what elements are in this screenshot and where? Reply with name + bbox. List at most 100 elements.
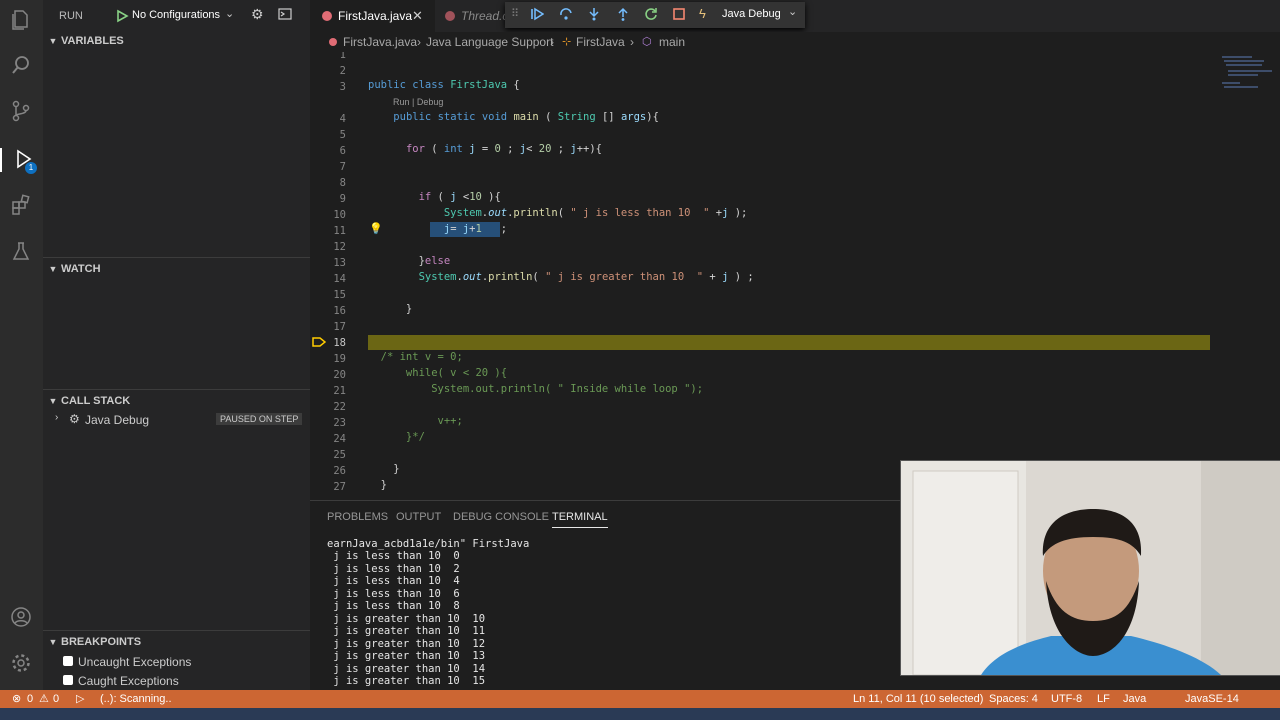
line-number: 25 xyxy=(333,449,346,461)
config-select[interactable]: No Configurations xyxy=(132,9,220,21)
debug-config-select[interactable]: Java Debug xyxy=(722,8,781,20)
continue-icon[interactable] xyxy=(530,7,545,24)
status-bar: ⊗ 0 ⚠ 0 ▷ (..): Scanning.. Ln 11, Col 11… xyxy=(0,690,1280,708)
breakpoint-caught[interactable]: Caught Exceptions xyxy=(63,674,303,690)
cursor-position[interactable]: Ln 11, Col 11 (10 selected) xyxy=(853,690,983,708)
step-out-icon[interactable] xyxy=(616,7,630,24)
line-number: 2 xyxy=(339,65,346,77)
line-number: 17 xyxy=(333,321,346,333)
code-line: v++; xyxy=(368,415,463,427)
breadcrumb-support[interactable]: Java Language Support xyxy=(426,32,553,52)
java-file-icon xyxy=(329,38,337,46)
checkbox[interactable] xyxy=(63,675,73,685)
breadcrumb: FirstJava.java › Java Language Support ›… xyxy=(310,32,1280,52)
debug-badge: 1 xyxy=(25,162,37,174)
search-icon[interactable] xyxy=(9,54,33,78)
code-line: } xyxy=(368,479,387,491)
callstack-item-label: Java Debug xyxy=(85,413,150,427)
minimap[interactable] xyxy=(1220,52,1272,112)
error-icon[interactable]: ⊗ xyxy=(12,690,21,708)
line-number: 16 xyxy=(333,305,346,317)
gear-icon: ⚙ xyxy=(69,412,80,426)
line-number: 9 xyxy=(339,193,346,205)
terminal-line: earnJava_acbd1a1e/bin" FirstJava xyxy=(327,538,530,550)
breakpoints-title: BREAKPOINTS xyxy=(61,636,142,648)
terminal-line: j is greater than 10 11 xyxy=(327,625,486,637)
restart-icon[interactable] xyxy=(644,7,658,24)
breadcrumb-class[interactable]: FirstJava xyxy=(576,32,625,52)
debug-console-icon[interactable] xyxy=(278,7,292,24)
watch-section[interactable]: ▼ WATCH xyxy=(43,258,310,280)
breadcrumb-method[interactable]: main xyxy=(659,32,685,52)
chevron-right-icon: › xyxy=(630,35,634,49)
tab-debug-console[interactable]: DEBUG CONSOLE xyxy=(453,511,549,523)
variables-section[interactable]: ▼ VARIABLES xyxy=(43,30,310,52)
line-number: 21 xyxy=(333,385,346,397)
code-line: public static void main ( String [] args… xyxy=(393,111,659,123)
line-number: 7 xyxy=(339,161,346,173)
code-line: } xyxy=(368,463,400,475)
java-runtime[interactable]: JavaSE-14 xyxy=(1185,690,1239,708)
indentation[interactable]: Spaces: 4 xyxy=(989,690,1038,708)
extensions-icon[interactable] xyxy=(9,194,33,218)
tab-label: FirstJava.java xyxy=(338,9,413,23)
stop-icon[interactable] xyxy=(672,7,686,24)
line-number: 20 xyxy=(333,369,346,381)
chevron-right-icon: › xyxy=(550,35,554,49)
tab-problems[interactable]: PROBLEMS xyxy=(327,511,388,523)
callstack-item[interactable]: › ⚙ Java Debug PAUSED ON STEP xyxy=(43,410,310,430)
java-file-icon xyxy=(322,11,332,21)
method-icon: ⬡ xyxy=(642,36,652,48)
gear-icon[interactable]: ⚙ xyxy=(251,6,264,23)
line-number: 22 xyxy=(333,401,346,413)
account-icon[interactable] xyxy=(9,606,33,630)
line-number: 24 xyxy=(333,433,346,445)
code-line: while( v < 20 ){ xyxy=(368,367,508,379)
breadcrumb-file[interactable]: FirstJava.java xyxy=(343,32,417,52)
code-line: }*/ xyxy=(368,431,425,443)
debug-status-icon[interactable]: ▷ xyxy=(76,690,84,708)
tab-thread[interactable]: Thread.c xyxy=(435,0,505,32)
error-count[interactable]: 0 xyxy=(27,690,33,708)
callstack-title: CALL STACK xyxy=(61,395,131,407)
encoding[interactable]: UTF-8 xyxy=(1051,690,1082,708)
source-control-icon[interactable] xyxy=(9,100,33,124)
code-line: public class FirstJava { xyxy=(368,79,520,91)
scanning-status: (..): Scanning.. xyxy=(100,693,172,705)
settings-gear-icon[interactable] xyxy=(9,652,33,676)
breakpoint-uncaught[interactable]: Uncaught Exceptions xyxy=(63,655,303,671)
tab-terminal[interactable]: TERMINAL xyxy=(552,511,608,528)
code-line: if ( j <10 ){ xyxy=(418,191,501,203)
codelens[interactable]: Run | Debug xyxy=(393,97,443,107)
line-number: 23 xyxy=(333,417,346,429)
step-into-icon[interactable] xyxy=(587,7,601,24)
close-icon[interactable]: ✕ xyxy=(412,0,423,32)
explorer-icon[interactable] xyxy=(9,8,33,32)
chevron-down-icon[interactable]: ⌄ xyxy=(225,7,234,20)
line-number: 26 xyxy=(333,465,346,477)
drag-handle-icon[interactable]: ⠿ xyxy=(511,7,519,20)
chevron-down-icon: ▼ xyxy=(48,396,58,406)
callstack-section[interactable]: ▼ CALL STACK xyxy=(43,390,310,412)
language-mode[interactable]: Java xyxy=(1123,690,1146,708)
current-line-highlight xyxy=(368,335,1210,350)
line-number: 1 xyxy=(339,52,346,61)
line-number: 11 xyxy=(333,225,346,237)
breakpoints-section[interactable]: ▼ BREAKPOINTS xyxy=(43,631,310,653)
tab-output[interactable]: OUTPUT xyxy=(396,511,441,523)
step-over-icon[interactable] xyxy=(559,7,573,24)
class-icon: ⊹ xyxy=(562,36,572,48)
start-debug-icon[interactable] xyxy=(115,9,129,23)
warning-icon[interactable]: ⚠ xyxy=(39,690,49,708)
hot-reload-icon[interactable]: ϟ xyxy=(699,6,706,21)
checkbox[interactable] xyxy=(63,656,73,666)
chevron-down-icon: ▼ xyxy=(48,264,58,274)
end-of-line[interactable]: LF xyxy=(1097,690,1110,708)
testing-icon[interactable] xyxy=(9,240,33,264)
code-editor[interactable]: 💡 1 2 3 4 5 6 7 8 9 10 11 12 13 14 15 16… xyxy=(310,52,1220,500)
chevron-down-icon[interactable]: ⌄ xyxy=(788,5,797,18)
code-line: j= j+1 ; xyxy=(443,223,508,235)
code-line: for ( int j = 0 ; j< 20 ; j++){ xyxy=(405,143,602,155)
tab-firstjava[interactable]: FirstJava.java ✕ xyxy=(310,0,435,32)
warning-count[interactable]: 0 xyxy=(53,690,59,708)
